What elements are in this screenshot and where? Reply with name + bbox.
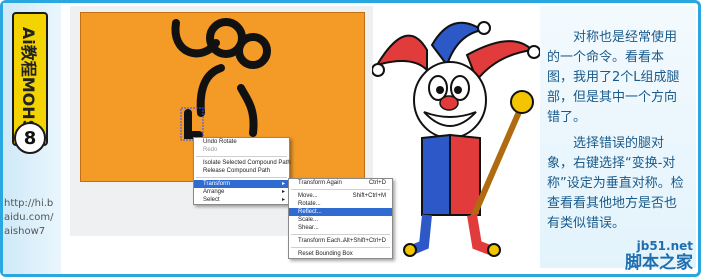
menu-item-label: Select [203,197,220,203]
submenu-arrow-icon: ▸ [281,181,285,187]
jester-illustration [372,21,541,257]
submenu-arrow-icon: ▸ [281,189,285,195]
menu-item-label: Transform [203,181,231,187]
url-line: http://hi.b [4,198,54,209]
menu-item[interactable]: Redo [194,146,289,154]
menu-item-label: Undo Rotate [203,139,237,145]
menu-item-label: Isolate Selected Compound Path [203,160,291,166]
paragraph-1: 对称也是经常使用的一个命令。看看本图，我用了2个L组成腿部，但是其中一个方向错了… [547,30,680,125]
menu-item-label: Transform Each... [298,238,346,244]
menu-item[interactable]: Select ▸ [194,196,289,204]
leg-curve [196,64,225,117]
menu-item-label: Release Compound Path [203,168,271,174]
source-url: http://hi.b aidu.com/ aishow7 [4,197,70,239]
menu-item[interactable]: Release Compound Path [194,167,289,175]
context-menu[interactable]: Undo Rotate Redo Isolate Selected Compound… [193,137,291,205]
menu-item[interactable]: Isolate Selected Compound Path [194,159,291,167]
menu-item-label: Move... [298,193,318,199]
url-line: aidu.com/ [4,212,54,223]
menu-item-label: Rotate... [298,201,321,207]
l-shape-wrong [184,109,203,139]
menu-item-label: Redo [203,147,218,153]
step-number-badge: 8 [14,122,46,154]
paragraph-2: 选择错误的腿对象，右键选择“变换-对称”设定为垂直对称。检查看看其他地方是否也有… [547,136,684,231]
submenu-arrow-icon: ▸ [281,197,285,203]
watermark-name: 脚本之家 [625,253,693,273]
menu-item-label: Transform Again [298,180,342,186]
menu-item-label: Reflect... [298,209,322,215]
menu-separator [196,156,287,157]
menu-item-label: Shear... [298,225,319,231]
url-line: aishow7 [4,226,46,237]
leg-curve [237,84,258,137]
instruction-text: 对称也是经常使用的一个命令。看看本图，我用了2个L组成腿部，但是其中一个方向错了… [547,28,689,240]
brand-text: Ai教程MOHS [19,26,38,132]
menu-item[interactable]: Undo Rotate [194,138,289,146]
menu-separator [196,177,287,178]
menu-item-label: Arrange [203,189,225,195]
menu-item-label: Reset Bounding Box [298,251,353,257]
joint-circle [235,33,271,69]
menu-item[interactable]: Transform ▸ [194,180,289,188]
menu-item-label: Scale... [298,217,319,223]
menu-item[interactable]: Arrange ▸ [194,188,289,196]
